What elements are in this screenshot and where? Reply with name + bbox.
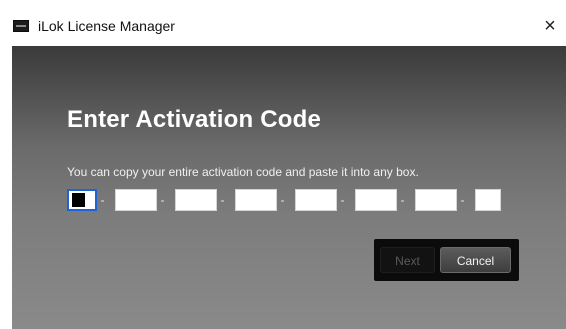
activation-code-box-1[interactable] bbox=[67, 189, 97, 211]
button-bar: Next Cancel bbox=[374, 239, 519, 281]
code-separator: - bbox=[460, 193, 465, 207]
ilok-app-icon bbox=[13, 20, 29, 32]
next-button[interactable]: Next bbox=[380, 247, 435, 273]
title-bar: iLok License Manager × bbox=[0, 0, 566, 46]
code-separator: - bbox=[160, 193, 165, 207]
activation-panel: Enter Activation Code You can copy your … bbox=[12, 46, 566, 329]
activation-code-box-7[interactable] bbox=[415, 189, 457, 211]
window-left-margin bbox=[0, 46, 12, 329]
code-separator: - bbox=[400, 193, 405, 207]
code-separator: - bbox=[280, 193, 285, 207]
activation-code-box-6[interactable] bbox=[355, 189, 397, 211]
activation-code-box-4[interactable] bbox=[235, 189, 277, 211]
activation-code-box-8[interactable] bbox=[475, 189, 501, 211]
activation-code-box-3[interactable] bbox=[175, 189, 217, 211]
cancel-button[interactable]: Cancel bbox=[440, 247, 511, 273]
code-separator: - bbox=[100, 193, 105, 207]
instructions-text: You can copy your entire activation code… bbox=[67, 165, 419, 179]
window-title: iLok License Manager bbox=[38, 18, 175, 34]
license-manager-window: iLok License Manager × Enter Activation … bbox=[0, 0, 566, 329]
page-title: Enter Activation Code bbox=[67, 106, 322, 133]
code-separator: - bbox=[220, 193, 225, 207]
activation-code-box-5[interactable] bbox=[295, 189, 337, 211]
text-cursor bbox=[72, 193, 85, 207]
activation-code-box-2[interactable] bbox=[115, 189, 157, 211]
code-separator: - bbox=[340, 193, 345, 207]
close-icon[interactable]: × bbox=[536, 12, 564, 40]
